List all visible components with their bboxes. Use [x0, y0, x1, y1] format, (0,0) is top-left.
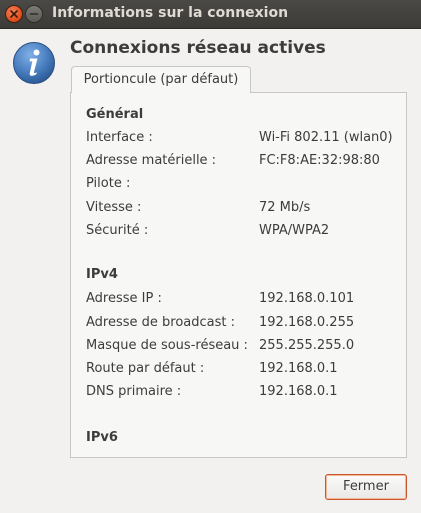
subnet-mask-value: 255.255.255.0: [259, 338, 355, 353]
interface-label: Interface :: [86, 130, 153, 145]
tab-joint: [72, 92, 250, 94]
section-general-title: Général: [86, 107, 144, 122]
default-route-value: 192.168.0.1: [259, 361, 338, 376]
subnet-mask-label: Masque de sous-réseau :: [86, 338, 248, 353]
hardware-address-label: Adresse matérielle :: [86, 153, 217, 168]
speed-value: 72 Mb/s: [259, 200, 311, 215]
tab-connection[interactable]: Portioncule (par défaut): [71, 66, 251, 93]
tab-content-panel: [70, 92, 407, 458]
security-value: WPA/WPA2: [259, 223, 330, 238]
close-button[interactable]: Fermer: [325, 474, 407, 500]
security-label: Sécurité :: [86, 223, 149, 238]
broadcast-address-value: 192.168.0.255: [259, 315, 355, 330]
close-icon: [10, 10, 18, 18]
driver-label: Pilote :: [86, 176, 131, 191]
info-icon: [13, 42, 55, 84]
hardware-address-value: FC:F8:AE:32:98:80: [259, 153, 380, 168]
window-close-button[interactable]: [6, 6, 22, 22]
window-title: Informations sur la connexion: [52, 5, 289, 21]
page-title: Connexions réseau actives: [70, 38, 326, 58]
dialog-window: Informations sur la connexion Connexions…: [0, 0, 421, 513]
titlebar[interactable]: Informations sur la connexion: [0, 0, 421, 29]
primary-dns-value: 192.168.0.1: [259, 384, 338, 399]
primary-dns-label: DNS primaire :: [86, 384, 182, 399]
ip-address-label: Adresse IP :: [86, 291, 162, 306]
section-ipv6-title: IPv6: [86, 430, 118, 445]
ip-address-value: 192.168.0.101: [259, 291, 355, 306]
window-minimize-button[interactable]: [26, 6, 42, 22]
section-ipv4-title: IPv4: [86, 267, 118, 282]
minimize-icon: [29, 13, 39, 15]
interface-value: Wi-Fi 802.11 (wlan0): [259, 130, 393, 145]
speed-label: Vitesse :: [86, 200, 142, 215]
broadcast-address-label: Adresse de broadcast :: [86, 315, 236, 330]
default-route-label: Route par défaut :: [86, 361, 205, 376]
